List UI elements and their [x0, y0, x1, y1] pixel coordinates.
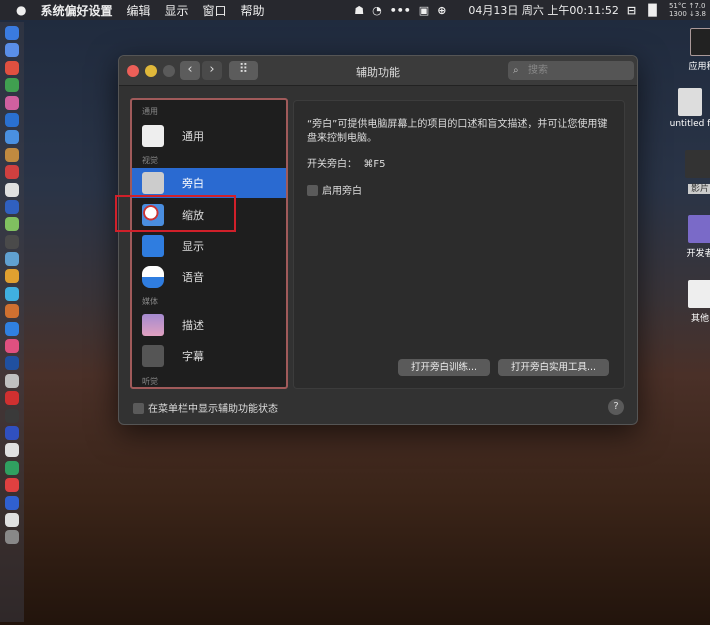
dock-app-icon[interactable] — [5, 425, 19, 440]
voiceover-icon — [142, 172, 164, 194]
sidebar-item-captions[interactable]: 字幕 — [132, 341, 286, 371]
section-vision: 视觉 — [142, 156, 158, 165]
dock-app-icon[interactable] — [5, 43, 19, 58]
dock-app-icon[interactable] — [5, 95, 19, 110]
dock — [0, 22, 24, 622]
menu-bar: ● 系统偏好设置 编辑 显示 窗口 帮助 ☗ ◔ ••• ▣ ⊕ 04月13日 … — [0, 0, 710, 20]
menu-window[interactable]: 窗口 — [203, 2, 227, 19]
show-in-menubar-checkbox[interactable]: 在菜单栏中显示辅助功能状态 — [133, 400, 278, 415]
dock-app-icon[interactable] — [5, 339, 19, 354]
dock-app-icon[interactable] — [5, 182, 19, 197]
screen-icon[interactable]: ⊟ — [627, 4, 636, 17]
clock-status-icon[interactable]: ◔ — [372, 4, 382, 17]
dock-app-icon[interactable] — [5, 130, 19, 145]
search-icon: ⌕ — [513, 65, 519, 76]
dock-app-icon[interactable] — [5, 78, 19, 93]
descriptions-icon — [142, 314, 164, 336]
voiceover-pane: “旁白”可提供电脑屏幕上的项目的口述和盲文描述，并可让您使用键盘来控制电脑。 开… — [293, 100, 625, 389]
category-list: 通用 通用 视觉 旁白 缩放 显示 语音 媒体 描述 字幕 听觉 — [130, 98, 288, 389]
dock-app-icon[interactable] — [5, 321, 19, 336]
menu-app[interactable]: 系统偏好设置 — [40, 2, 112, 19]
menu-edit[interactable]: 编辑 — [127, 2, 151, 19]
checkbox-box — [307, 185, 318, 196]
dock-app-icon[interactable] — [5, 165, 19, 180]
dock-app-icon[interactable] — [5, 199, 19, 214]
dock-app-icon[interactable] — [5, 460, 19, 475]
speech-icon — [142, 266, 164, 288]
voiceover-description: “旁白”可提供电脑屏幕上的项目的口述和盲文描述，并可让您使用键盘来控制电脑。 — [307, 119, 608, 144]
temperature-widget[interactable]: 51°C ↑7.0 1300 ↓3.8 — [669, 2, 706, 18]
dock-app-icon[interactable] — [5, 478, 19, 493]
apple-menu-icon[interactable]: ● — [16, 3, 26, 17]
dock-app-icon[interactable] — [5, 530, 19, 545]
dock-app-icon[interactable] — [5, 356, 19, 371]
dock-app-icon[interactable] — [5, 408, 19, 423]
dock-app-icon[interactable] — [5, 147, 19, 162]
dock-app-icon[interactable] — [5, 391, 19, 406]
desktop-icon-apps[interactable]: 应用程 — [672, 28, 710, 72]
sidebar-item-speech[interactable]: 语音 — [132, 262, 286, 292]
dock-app-icon[interactable] — [5, 495, 19, 510]
bars-icon[interactable]: ▐▌ — [644, 4, 661, 17]
enable-voiceover-checkbox[interactable]: 启用旁白 — [307, 182, 362, 197]
dock-app-icon[interactable] — [5, 443, 19, 458]
desktop-icon-developer[interactable]: 开发者 — [670, 215, 710, 259]
shortcut-row: 开关旁白： ⌘F5 — [307, 159, 386, 170]
dock-app-icon[interactable] — [5, 252, 19, 267]
dock-app-icon[interactable] — [5, 512, 19, 527]
dock-app-icon[interactable] — [5, 304, 19, 319]
dock-app-icon[interactable] — [5, 60, 19, 75]
menu-view[interactable]: 显示 — [165, 2, 189, 19]
shortcut-value: ⌘F5 — [363, 159, 386, 170]
desktop-icon-movie[interactable]: 影片 — [670, 150, 710, 194]
sidebar-item-descriptions[interactable]: 描述 — [132, 310, 286, 340]
dock-app-icon[interactable] — [5, 234, 19, 249]
globe-icon[interactable]: ⊕ — [437, 4, 446, 17]
dock-app-icon[interactable] — [5, 373, 19, 388]
title-bar: ‹ › ⠿ 辅助功能 ⌕ 搜索 — [119, 56, 637, 86]
dock-app-icon[interactable] — [5, 112, 19, 127]
section-hearing: 听觉 — [142, 377, 158, 386]
open-voiceover-training-button[interactable]: 打开旁白训练... — [398, 359, 490, 376]
sidebar-item-voiceover[interactable]: 旁白 — [132, 168, 286, 198]
desktop-icon-other[interactable]: 其他 — [670, 280, 710, 324]
section-media: 媒体 — [142, 297, 158, 306]
desktop-icon-untitled[interactable]: untitled f — [660, 88, 710, 129]
menu-help[interactable]: 帮助 — [241, 2, 265, 19]
help-button[interactable]: ? — [608, 399, 624, 415]
dock-app-icon[interactable] — [5, 26, 19, 40]
dock-app-icon[interactable] — [5, 217, 19, 232]
section-general: 通用 — [142, 107, 158, 116]
sidebar-item-display[interactable]: 显示 — [132, 231, 286, 261]
highlight-annotation — [115, 195, 236, 232]
display-icon — [142, 235, 164, 257]
general-icon — [142, 125, 164, 147]
dots-icon[interactable]: ••• — [390, 4, 411, 17]
search-input[interactable]: ⌕ 搜索 — [508, 61, 634, 80]
ghost-icon[interactable]: ☗ — [354, 4, 364, 17]
open-voiceover-utility-button[interactable]: 打开旁白实用工具... — [498, 359, 609, 376]
display-icon[interactable]: ▣ — [419, 4, 429, 17]
dock-app-icon[interactable] — [5, 286, 19, 301]
dock-app-icon[interactable] — [5, 269, 19, 284]
sidebar-item-general[interactable]: 通用 — [132, 121, 286, 151]
datetime[interactable]: 04月13日 周六 上午00:11:52 — [468, 2, 618, 18]
checkbox-box — [133, 403, 144, 414]
captions-icon — [142, 345, 164, 367]
accessibility-window: ‹ › ⠿ 辅助功能 ⌕ 搜索 通用 通用 视觉 旁白 缩放 显示 语音 媒体 描… — [118, 55, 638, 425]
